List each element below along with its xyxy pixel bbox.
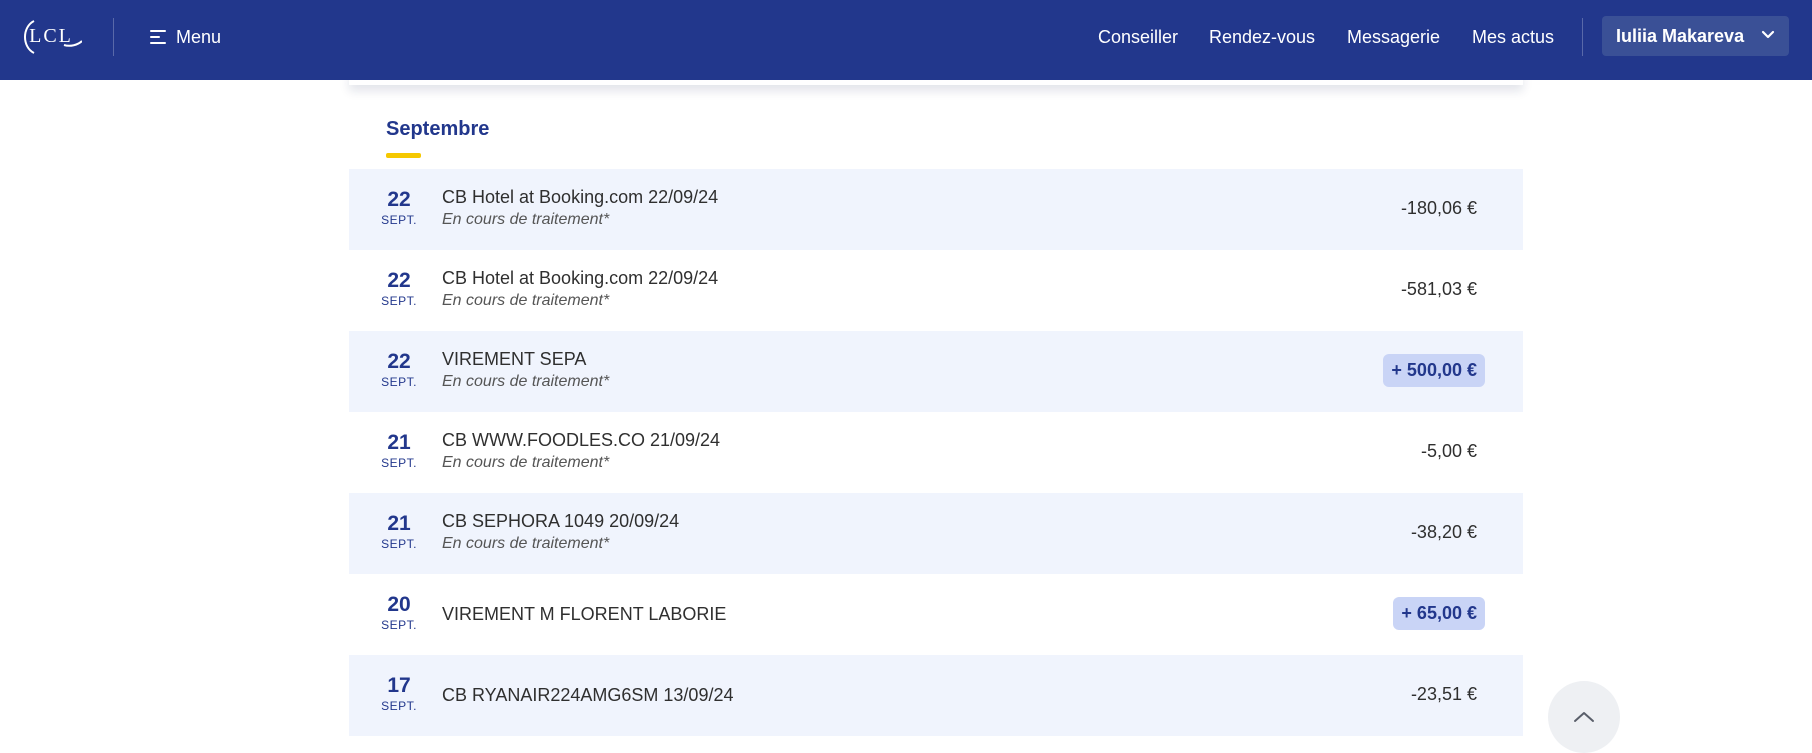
transaction-label: CB Hotel at Booking.com 22/09/24 [442, 268, 719, 288]
nav-mes-actus[interactable]: Mes actus [1472, 22, 1554, 52]
transaction-label: VIREMENT M FLORENT LABORIE [442, 604, 727, 624]
transaction-amount: -23,51 € [1410, 684, 1477, 704]
month-underline [386, 153, 421, 158]
transaction-row[interactable]: 17 SEPT. CB RYANAIR224AMG6SM 13/09/24 -2… [349, 655, 1523, 736]
transaction-month: SEPT. [381, 456, 417, 470]
transaction-label: CB RYANAIR224AMG6SM 13/09/24 [442, 685, 734, 705]
transaction-label: CB WWW.FOODLES.CO 21/09/24 [442, 430, 721, 450]
transaction-amount: -38,20 € [1410, 522, 1477, 542]
transaction-date: 22 SEPT. [349, 188, 449, 228]
credit-amount-badge: + 65,00 € [1393, 597, 1485, 630]
chevron-down-icon [1761, 30, 1775, 39]
month-heading: Septembre [386, 118, 490, 140]
nav-messagerie[interactable]: Messagerie [1347, 22, 1440, 52]
transaction-list: 22 SEPT. CB Hotel at Booking.com 22/09/2… [349, 169, 1523, 736]
transaction-date: 21 SEPT. [349, 431, 449, 471]
transaction-day: 20 [387, 593, 411, 616]
transaction-month: SEPT. [381, 213, 417, 227]
transaction-label: VIREMENT SEPA [442, 349, 587, 369]
top-navigation-bar: LCL Menu Conseiller Rendez-vous Messager… [0, 0, 1812, 80]
transaction-row[interactable]: 21 SEPT. CB WWW.FOODLES.CO 21/09/24 En c… [349, 412, 1523, 493]
transaction-date: 21 SEPT. [349, 512, 449, 552]
transaction-row[interactable]: 22 SEPT. CB Hotel at Booking.com 22/09/2… [349, 250, 1523, 331]
transaction-status: En cours de traitement* [442, 535, 610, 552]
transaction-amount: -581,03 € [1400, 279, 1477, 299]
transaction-label: CB SEPHORA 1049 20/09/24 [442, 511, 680, 531]
transaction-day: 17 [387, 674, 411, 697]
scroll-to-top-button[interactable] [1548, 681, 1620, 753]
transaction-label: CB Hotel at Booking.com 22/09/24 [442, 187, 719, 207]
transaction-row[interactable]: 21 SEPT. CB SEPHORA 1049 20/09/24 En cou… [349, 493, 1523, 574]
logo-text: LCL [29, 24, 73, 47]
transaction-day: 22 [387, 269, 411, 292]
transaction-month: SEPT. [381, 294, 417, 308]
nav-rendez-vous[interactable]: Rendez-vous [1209, 22, 1315, 52]
user-account-button[interactable]: Iuliia Makareva [1602, 16, 1789, 56]
transaction-status: En cours de traitement* [442, 373, 610, 390]
transaction-day: 22 [387, 188, 411, 211]
transaction-status: En cours de traitement* [442, 211, 610, 228]
transaction-row[interactable]: 22 SEPT. VIREMENT SEPA En cours de trait… [349, 331, 1523, 412]
transaction-month: SEPT. [381, 699, 417, 713]
transaction-date: 17 SEPT. [349, 674, 449, 714]
user-name: Iuliia Makareva [1616, 25, 1745, 46]
transaction-date: 20 SEPT. [349, 593, 449, 633]
transaction-month: SEPT. [381, 375, 417, 389]
transaction-status: En cours de traitement* [442, 454, 610, 471]
credit-amount-badge: + 500,00 € [1383, 354, 1485, 387]
transaction-month: SEPT. [381, 618, 417, 632]
nav-conseiller[interactable]: Conseiller [1098, 22, 1178, 52]
header-divider [113, 18, 114, 56]
transaction-row[interactable]: 20 SEPT. VIREMENT M FLORENT LABORIE + 65… [349, 574, 1523, 655]
transaction-day: 21 [387, 512, 411, 535]
menu-button[interactable]: Menu [150, 22, 221, 52]
transaction-month: SEPT. [381, 537, 417, 551]
transaction-row[interactable]: 22 SEPT. CB Hotel at Booking.com 22/09/2… [349, 169, 1523, 250]
chevron-up-icon [1574, 712, 1594, 722]
menu-label: Menu [176, 26, 222, 47]
transaction-date: 22 SEPT. [349, 269, 449, 309]
transaction-date: 22 SEPT. [349, 350, 449, 390]
menu-icon [150, 28, 166, 46]
transaction-day: 22 [387, 350, 411, 373]
transaction-amount: -5,00 € [1420, 441, 1477, 461]
transaction-amount: -180,06 € [1400, 198, 1477, 218]
header-divider-right [1582, 18, 1583, 56]
transaction-status: En cours de traitement* [442, 292, 610, 309]
transaction-day: 21 [387, 431, 411, 454]
lcl-logo[interactable]: LCL [20, 13, 82, 59]
